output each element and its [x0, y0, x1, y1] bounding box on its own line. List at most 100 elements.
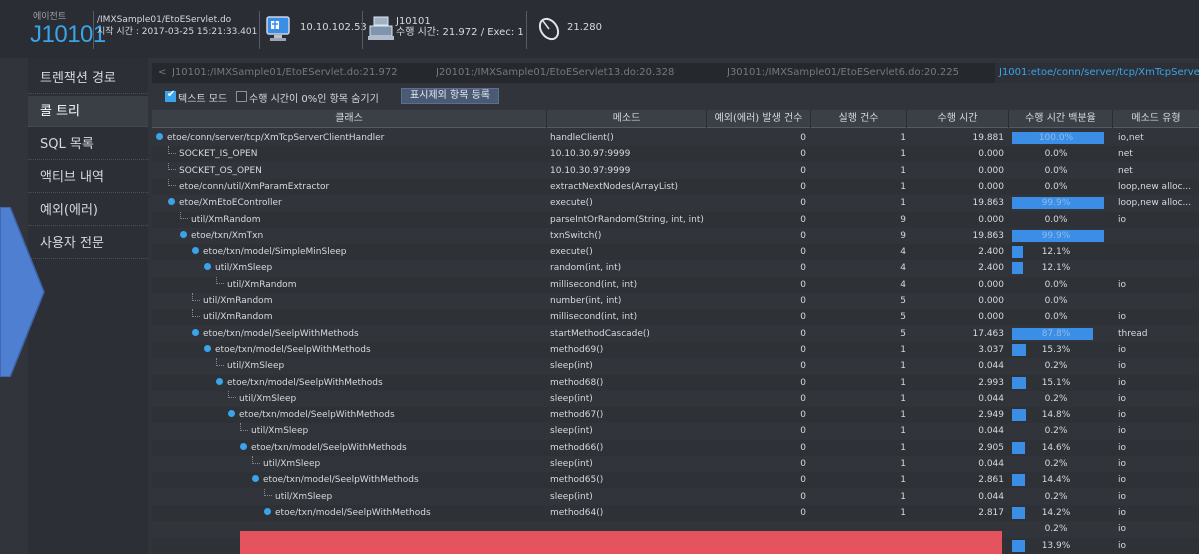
table-row[interactable]: util/XmSleep random(int, int) 0 4 2.400 12.1%: [152, 260, 1199, 276]
tree-node-icon[interactable]: [156, 133, 163, 140]
percent-text: 12.1%: [1041, 263, 1071, 274]
tree-node-icon[interactable]: [168, 198, 175, 206]
table-row[interactable]: util/XmSleep sleep(int) 0 1 0.044 0.2% io: [152, 488, 1199, 505]
column-header-class[interactable]: 클래스: [152, 110, 547, 128]
elapsed-cell: 0.044: [978, 393, 1004, 404]
method-cell: method64(): [550, 507, 604, 518]
percent-text: 15.1%: [1041, 377, 1071, 388]
class-cell: etoe/txn/model/SimpleMinSleep: [152, 244, 540, 260]
percent-text: 13.9%: [1041, 540, 1071, 551]
method-cell: number(int, int): [550, 296, 622, 306]
percent-cell: 0.0%: [1010, 163, 1108, 179]
tab-transaction-4[interactable]: J1001:etoe/conn/server/tcp/XmTcpServe: [995, 63, 1199, 83]
table-row[interactable]: etoe/txn/model/SeelpWithMethods method65(…: [152, 472, 1199, 489]
elapsed-cell: 2.400: [978, 247, 1004, 258]
exec-count-cell: 1: [900, 442, 906, 453]
tree-branch-icon: [180, 211, 188, 219]
tree-branch-icon: [168, 162, 176, 171]
table-row[interactable]: SOCKET_OS_OPEN 10.10.30.97:9999 0 1 0.000 0.0…: [152, 162, 1199, 179]
elapsed-cell: 2.817: [978, 507, 1004, 518]
table-row[interactable]: util/XmRandom number(int, int) 0 5 0.000 0.0%: [152, 293, 1199, 309]
percent-text: 0.2%: [1044, 426, 1068, 437]
tree-node-icon[interactable]: [204, 344, 211, 352]
tree-node-icon[interactable]: [228, 410, 235, 418]
tab-back-arrow[interactable]: <: [158, 63, 166, 83]
mouse-icon: [538, 17, 560, 41]
table-row[interactable]: etoe/txn/XmTxn txnSwitch() 0 9 19.863 99.9%: [152, 228, 1199, 244]
method-type-cell: io: [1118, 524, 1127, 535]
tree-branch-icon: [216, 276, 224, 285]
column-header-error-count[interactable]: 예외(에러) 발생 건수: [707, 110, 811, 128]
percent-cell: 0.0%: [1010, 309, 1108, 325]
server-stack-icon: [368, 16, 394, 40]
class-name: etoe/txn/model/SeelpWithMethods: [227, 377, 383, 388]
elapsed-cell: 0.000: [978, 312, 1004, 323]
table-row[interactable]: util/XmSleep sleep(int) 0 1 0.044 0.2% io: [152, 423, 1199, 439]
error-count-cell: 0: [800, 214, 806, 225]
table-row[interactable]: SOCKET_IS_OPEN 10.10.30.97:9999 0 1 0.000 0.0…: [152, 146, 1199, 163]
tree-node-icon[interactable]: [204, 263, 211, 271]
percent-cell: 14.6%: [1010, 440, 1108, 456]
column-header-method[interactable]: 메소드: [547, 110, 707, 128]
error-count-cell: 0: [800, 247, 806, 258]
exec-count-cell: 9: [900, 230, 906, 241]
sidebar-item-user-message[interactable]: 사용자 전문: [28, 228, 148, 259]
percent-text: 0.0%: [1044, 296, 1068, 306]
table-row[interactable]: etoe/txn/model/SeelpWithMethods method68(…: [152, 374, 1199, 391]
table-row[interactable]: etoe/txn/model/SimpleMinSleep execute() 0 4…: [152, 244, 1199, 261]
sidebar-item-exceptions[interactable]: 예외(에러): [28, 195, 148, 226]
percent-cell: 0.2%: [1010, 423, 1108, 439]
elapsed-cell: 0.044: [978, 426, 1004, 437]
class-cell: etoe/txn/model/SeelpWithMethods: [152, 440, 540, 456]
tab-transaction-1[interactable]: J10101:/IMXSample01/EtoEServlet.do:21.97…: [172, 63, 402, 83]
table-row[interactable]: etoe/txn/model/SeelpWithMethods startMeth…: [152, 326, 1199, 342]
table-row[interactable]: etoe/conn/util/XmParamExtractor extractNe…: [152, 178, 1199, 195]
percent-cell: 14.2%: [1010, 505, 1108, 521]
table-row[interactable]: etoe/txn/model/SeelpWithMethods method67(…: [152, 407, 1199, 424]
table-row[interactable]: util/XmSleep sleep(int) 0 1 0.044 0.2% io: [152, 358, 1199, 374]
table-row[interactable]: util/XmRandom parseIntOrRandom(String, in…: [152, 211, 1199, 228]
percent-cell: 100.0%: [1010, 130, 1108, 146]
table-row[interactable]: etoe/txn/model/SeelpWithMethods method66(…: [152, 439, 1199, 456]
table-row[interactable]: util/XmSleep sleep(int) 0 1 0.044 0.2% io: [152, 456, 1199, 472]
error-count-cell: 0: [800, 328, 806, 339]
column-header-method-type[interactable]: 메소드 유형: [1113, 110, 1199, 128]
table-row[interactable]: util/XmRandom millisecond(int, int) 0 4 0.00…: [152, 276, 1199, 293]
tree-node-icon[interactable]: [240, 442, 247, 450]
tree-node-icon[interactable]: [180, 230, 187, 238]
elapsed-cell: 0.000: [978, 181, 1004, 192]
method-type-cell: io: [1118, 344, 1127, 355]
text-mode-checkbox[interactable]: [165, 89, 176, 102]
method-cell: 10.10.30.97:9999: [550, 165, 631, 176]
column-header-exec-count[interactable]: 실행 건수: [811, 110, 907, 128]
percent-text: 14.6%: [1041, 442, 1071, 453]
elapsed-cell: 0.000: [978, 149, 1004, 160]
exec-count-cell: 1: [900, 344, 906, 355]
table-row[interactable]: etoe/XmEtoEController execute() 0 1 19.863 99…: [152, 195, 1199, 211]
agent-id: J10101: [30, 21, 106, 48]
sidebar-item-transaction-path[interactable]: 트렌잭션 경로: [28, 63, 148, 94]
class-cell: util/XmRandom: [152, 309, 540, 325]
table-row[interactable]: util/XmSleep sleep(int) 0 1 0.044 0.2% io: [152, 390, 1199, 407]
method-cell: sleep(int): [550, 459, 593, 469]
tree-node-icon[interactable]: [192, 247, 199, 255]
tree-node-icon[interactable]: [216, 377, 223, 385]
hide-zero-checkbox[interactable]: [236, 91, 247, 102]
class-cell: etoe/XmEtoEController: [152, 195, 540, 211]
sidebar-item-call-tree[interactable]: 콜 트리: [28, 96, 148, 127]
tab-transaction-3[interactable]: J30101:/IMXSample01/EtoEServlet6.do:20.2…: [727, 63, 977, 83]
table-row[interactable]: etoe/txn/model/SeelpWithMethods method64(…: [152, 504, 1199, 521]
tree-node-icon[interactable]: [192, 328, 199, 336]
column-header-elapsed[interactable]: 수행 시간: [907, 110, 1009, 128]
method-cell: method69(): [550, 344, 604, 355]
tree-node-icon[interactable]: [264, 507, 271, 515]
table-row[interactable]: etoe/txn/model/SeelpWithMethods method69(…: [152, 341, 1199, 358]
register-exclusion-button[interactable]: 표시제외 항목 등록: [401, 88, 499, 104]
tab-transaction-2[interactable]: J20101:/IMXSample01/EtoEServlet13.do:20.…: [436, 63, 686, 83]
sidebar-item-sql-list[interactable]: SQL 목록: [28, 129, 148, 160]
sidebar-item-active-history[interactable]: 액티브 내역: [28, 162, 148, 193]
table-row[interactable]: util/XmRandom millisecond(int, int) 0 5 0.00…: [152, 309, 1199, 326]
tree-node-icon[interactable]: [252, 475, 259, 483]
table-row[interactable]: etoe/conn/server/tcp/XmTcpServerClientHa…: [152, 130, 1199, 146]
column-header-percent[interactable]: 수행 시간 백분율: [1009, 110, 1113, 128]
